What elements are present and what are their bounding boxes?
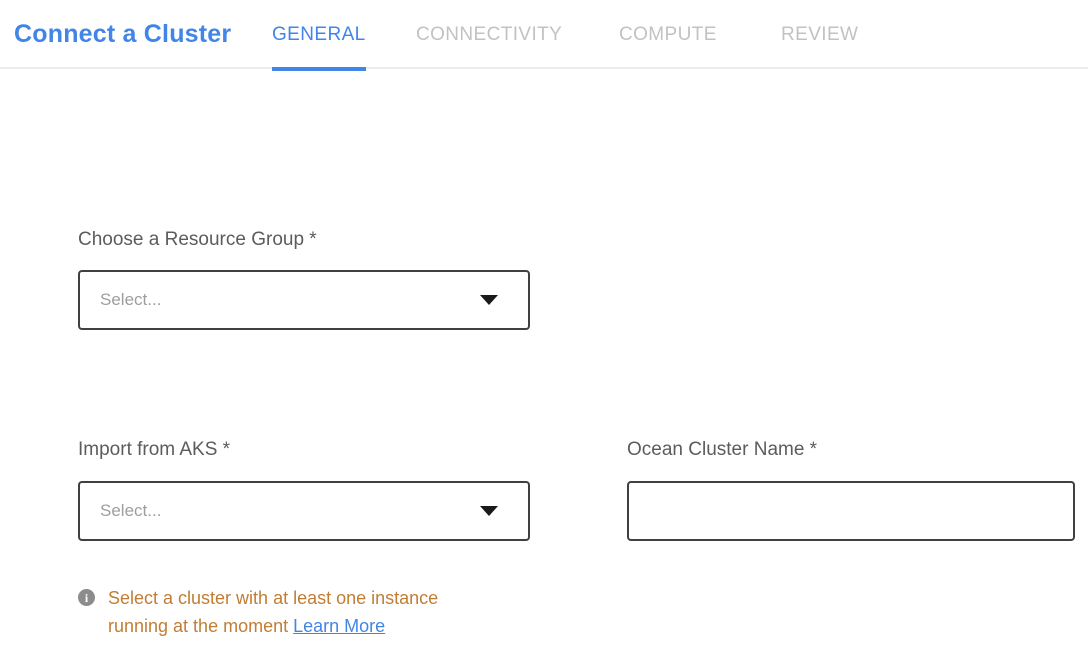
tab-review[interactable]: REVIEW [781,0,858,69]
import-aks-label: Import from AKS * [78,439,230,461]
cluster-name-label: Ocean Cluster Name * [627,439,817,461]
resource-group-label: Choose a Resource Group * [78,229,317,251]
note-message: Select a cluster with at least one insta… [108,588,438,636]
chevron-down-icon [480,295,498,305]
tab-compute[interactable]: COMPUTE [619,0,717,69]
cluster-name-input[interactable] [627,481,1075,541]
info-icon: i [78,589,95,606]
resource-group-placeholder: Select... [100,290,161,310]
import-aks-select[interactable]: Select... [78,481,530,541]
note-text: Select a cluster with at least one insta… [108,584,476,640]
tab-connectivity[interactable]: CONNECTIVITY [416,0,562,69]
chevron-down-icon [480,506,498,516]
cluster-instance-note: i Select a cluster with at least one ins… [78,584,478,640]
learn-more-link[interactable]: Learn More [293,616,385,636]
connect-cluster-wizard: Connect a Cluster GENERAL CONNECTIVITY C… [0,0,1088,654]
tab-general[interactable]: GENERAL [272,0,366,69]
wizard-header: Connect a Cluster GENERAL CONNECTIVITY C… [0,0,1088,69]
page-title: Connect a Cluster [14,0,231,69]
resource-group-select[interactable]: Select... [78,270,530,330]
import-aks-placeholder: Select... [100,501,161,521]
